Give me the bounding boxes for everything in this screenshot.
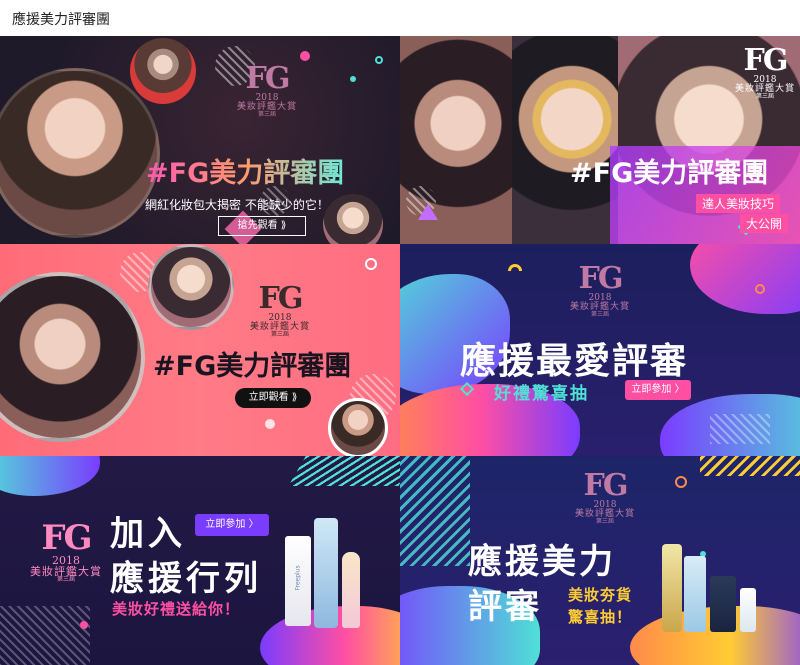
product-tube: [684, 556, 706, 632]
blob-decoration: [690, 244, 800, 314]
tag-line-1: 達人美妝技巧: [696, 194, 781, 213]
banner-fg-reviewers-1[interactable]: FG 2018 美妝評鑑大賞 第三屆 #FG美力評審團 網紅化妝包大揭密 不能缺…: [0, 36, 400, 244]
dot-decoration: [265, 419, 275, 429]
ring-decoration: [755, 284, 765, 294]
banner-fg-reviewers-3[interactable]: FG 2018 美妝評鑑大賞 第三屆 #FG美力評審團 立即觀看 ⟫: [0, 244, 400, 456]
watch-first-button[interactable]: 搶先觀看 ⟫: [218, 216, 306, 236]
product-tube: [342, 552, 360, 628]
banner-headline: 應援最愛評審: [460, 341, 689, 382]
model-photo-large: [0, 272, 145, 442]
fg-award-logo: FG 2018 美妝評鑑大賞 第三屆: [734, 43, 795, 100]
ring-decoration: [365, 258, 377, 270]
fg-award-logo: FG 2018 美妝評鑑大賞 第三屆: [236, 61, 297, 118]
model-photo-large: [0, 68, 160, 238]
model-photo-small: [323, 194, 383, 244]
banner-subline: 好禮驚喜抽: [494, 384, 589, 404]
tag-line-2: 大公開: [740, 214, 789, 233]
page-title: 應援美力評審團: [12, 12, 110, 28]
product-label: Freeplus: [294, 565, 302, 591]
model-photo-small: [148, 244, 234, 330]
ring-decoration: [675, 476, 687, 488]
blob-decoration: [0, 456, 100, 496]
dot-decoration: [300, 51, 310, 61]
model-photo-small: [130, 38, 196, 104]
banner-headline-line1: 加入: [110, 514, 186, 554]
banner-headline: #FG美力評審團: [146, 151, 344, 190]
product-bottle: Freeplus: [285, 536, 311, 626]
join-now-button[interactable]: 立即參加 〉: [625, 380, 691, 400]
fg-award-logo: FG 2018 美妝評鑑大賞 第三屆: [570, 261, 631, 318]
banner-subline: 美妝好禮送給你！: [112, 600, 241, 618]
product-serum: [740, 588, 756, 632]
stripe-decoration: [288, 456, 400, 486]
fg-award-logo: FG 2018 美妝評鑑大賞 第三屆: [575, 468, 636, 525]
banner-fg-reviewers-2[interactable]: FG 2018 美妝評鑑大賞 第三屆 #FG美力評審團 達人美妝技巧 大公開: [400, 36, 800, 244]
banner-subline: 網紅化妝包大揭密 不能缺少的它！: [145, 198, 329, 212]
banner-subline-1: 美妝夯貨: [568, 586, 633, 604]
dot-decoration: [350, 76, 356, 82]
banner-support-beauty-judges[interactable]: FG 2018 美妝評鑑大賞 第三屆 應援美力 評審 美妝夯貨 驚喜抽！: [400, 456, 800, 665]
banner-headline-line2: 應援行列: [110, 559, 262, 599]
banner-headline: #FG美力評審團: [570, 158, 769, 189]
banner-support-favorite-judge[interactable]: FG 2018 美妝評鑑大賞 第三屆 應援最愛評審 好禮驚喜抽 立即參加 〉: [400, 244, 800, 456]
fg-award-logo: FG 2018 美妝評鑑大賞 第三屆: [30, 518, 102, 583]
stripe-decoration: [700, 456, 800, 476]
product-jar: [710, 576, 736, 632]
banner-headline-line2: 評審: [468, 587, 542, 627]
join-now-button[interactable]: 立即參加 〉: [195, 514, 269, 536]
stripe-decoration: [400, 456, 470, 566]
banner-join-support[interactable]: FG 2018 美妝評鑑大賞 第三屆 加入 立即參加 〉 應援行列 美妝好禮送給…: [0, 456, 400, 665]
stripe-decoration: [0, 606, 90, 665]
product-oil-bottle: [662, 544, 682, 632]
ring-decoration: [508, 264, 522, 271]
watch-now-button[interactable]: 立即觀看 ⟫: [235, 388, 311, 408]
fg-award-logo: FG 2018 美妝評鑑大賞 第三屆: [250, 281, 311, 338]
banner-headline-line1: 應援美力: [468, 542, 616, 582]
ring-decoration: [375, 56, 383, 64]
product-bottle-tall: [314, 518, 338, 628]
stripe-decoration: [710, 414, 770, 444]
dot-decoration: [80, 621, 88, 629]
model-photo-small: [328, 398, 388, 456]
banner-subline-2: 驚喜抽！: [568, 608, 633, 626]
triangle-decoration: [418, 204, 438, 220]
banner-headline: #FG美力評審團: [153, 351, 352, 382]
